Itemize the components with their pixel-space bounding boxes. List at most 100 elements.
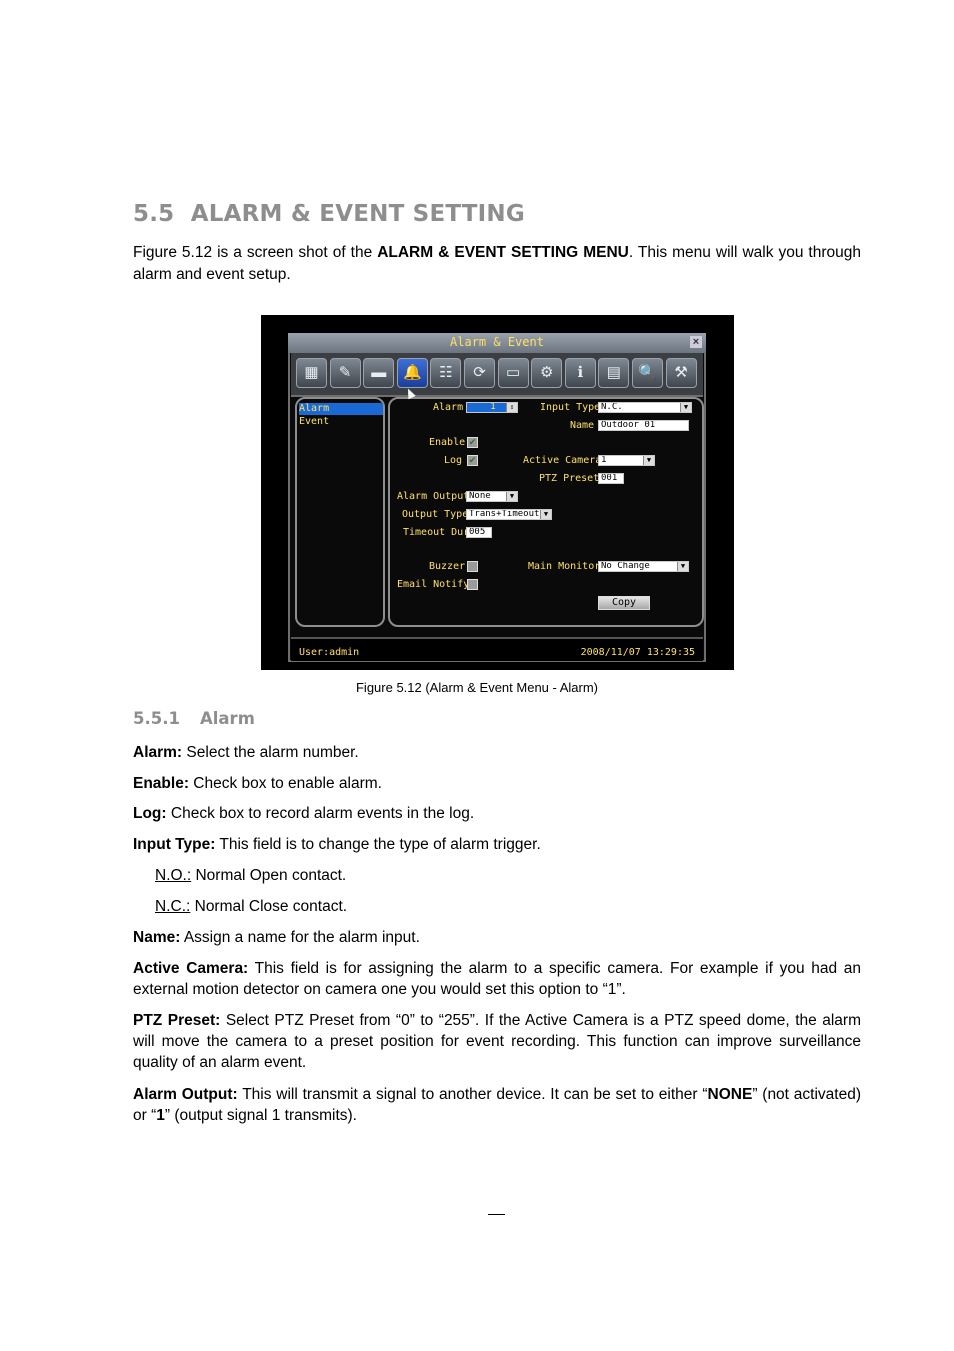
timeout-dur-input[interactable]: 005 xyxy=(466,527,492,538)
subsection-title: Alarm xyxy=(200,709,255,728)
search-icon[interactable]: 🔍 xyxy=(632,358,663,388)
item-ptz-preset: PTZ Preset: Select PTZ Preset from “0” t… xyxy=(133,1010,861,1073)
figure-caption: Figure 5.12 (Alarm & Event Menu - Alarm) xyxy=(355,680,599,695)
ptz-preset-label: PTZ Preset xyxy=(539,473,600,484)
desc-name: Assign a name for the alarm input. xyxy=(180,929,420,946)
active-camera-label: Active Camera xyxy=(523,455,602,466)
left-menu-item-event[interactable]: Event xyxy=(299,416,383,428)
intro-text: Figure 5.12 is a screen shot of the xyxy=(133,244,378,261)
settings-gear-icon[interactable]: ⚙ xyxy=(531,358,563,388)
active-camera-value: 1 xyxy=(601,455,607,465)
output-type-label: Output Type xyxy=(402,509,469,520)
output-type-value: Trans+Timeout xyxy=(469,509,540,519)
dvr-window-title: Alarm & Event xyxy=(450,335,544,349)
value-one: 1 xyxy=(156,1107,165,1124)
schedule-icon[interactable]: ⟳ xyxy=(464,358,495,388)
dropdown-arrow-icon: ▼ xyxy=(506,492,517,501)
alarm-spinner[interactable]: 1 ⇕ xyxy=(466,402,518,413)
alarm-output-value: None xyxy=(469,491,491,501)
buzzer-label: Buzzer xyxy=(429,561,466,572)
main-monitor-value: No Change xyxy=(601,561,650,571)
desc-alarm-output-3: ” (output signal 1 transmits). xyxy=(164,1107,357,1124)
output-type-select[interactable]: Trans+Timeout ▼ xyxy=(466,509,552,520)
term-ptz-preset: PTZ Preset: xyxy=(133,1012,221,1029)
main-monitor-select[interactable]: No Change ▼ xyxy=(598,561,689,572)
status-user: User:admin xyxy=(299,647,360,658)
email-notify-label: Email Notify xyxy=(397,579,470,590)
subsection-heading: 5.5.1 Alarm xyxy=(133,709,255,728)
input-type-select[interactable]: N.C. ▼ xyxy=(598,402,692,413)
dvr-toolbar: ▦ ✎ ▬ 🔔 ☷ ⟳ ▭ ⚙ ℹ ▤ 🔍 ⚒ xyxy=(291,353,703,397)
desc-enable: Check box to enable alarm. xyxy=(188,775,382,792)
term-log: Log: xyxy=(133,805,167,822)
alarm-label: Alarm xyxy=(433,402,464,413)
term-input-type: Input Type: xyxy=(133,836,216,853)
alarm-bell-icon[interactable]: 🔔 xyxy=(396,358,428,388)
item-input-type: Input Type: This field is to change the … xyxy=(133,834,861,855)
term-alarm: Alarm: xyxy=(133,744,183,761)
network-icon[interactable]: ☷ xyxy=(430,358,462,388)
intro-paragraph: Figure 5.12 is a screen shot of the ALAR… xyxy=(133,242,861,286)
dropdown-arrow-icon: ▼ xyxy=(677,562,688,571)
desc-log: Check box to record alarm events in the … xyxy=(166,805,475,822)
ptz-preset-input[interactable]: 001 xyxy=(598,473,624,484)
status-datetime: 2008/11/07 13:29:35 xyxy=(580,647,695,658)
desc-alarm-output-1: This will transmit a signal to another d… xyxy=(237,1086,708,1103)
dvr-status-bar: User:admin 2008/11/07 13:29:35 xyxy=(291,637,703,661)
term-nc: N.C.: xyxy=(155,898,191,915)
desc-ptz-preset: Select PTZ Preset from “0” to “255”. If … xyxy=(133,1012,862,1071)
checkmark-icon: ✔ xyxy=(468,455,477,465)
value-none: NONE xyxy=(707,1086,753,1103)
document-page: 5.5 ALARM & EVENT SETTING Figure 5.12 is… xyxy=(0,0,954,1351)
term-name: Name: xyxy=(133,929,181,946)
desc-nc: Normal Close contact. xyxy=(190,898,348,915)
monitor-icon[interactable]: ▭ xyxy=(497,358,529,388)
camera-grid-icon[interactable]: ▦ xyxy=(296,358,327,388)
info-icon[interactable]: ℹ xyxy=(564,358,596,388)
page-footer-line xyxy=(488,1214,505,1215)
left-menu-item-alarm[interactable]: Alarm xyxy=(299,403,383,415)
section-number: 5.5 xyxy=(133,201,175,227)
item-enable: Enable: Check box to enable alarm. xyxy=(133,773,861,794)
alarm-value: 1 xyxy=(490,402,496,412)
checkmark-icon: ✔ xyxy=(468,437,477,447)
desc-no: Normal Open contact. xyxy=(191,867,347,884)
enable-checkbox[interactable]: ✔ xyxy=(467,437,478,448)
item-alarm: Alarm: Select the alarm number. xyxy=(133,742,861,763)
term-active-camera: Active Camera: xyxy=(133,960,249,977)
copy-button[interactable]: Copy xyxy=(598,596,650,610)
log-label: Log xyxy=(444,455,463,466)
alarm-output-select[interactable]: None ▼ xyxy=(466,491,518,502)
option-no: N.O.: Normal Open contact. xyxy=(155,865,883,886)
close-icon[interactable]: × xyxy=(690,336,702,348)
dropdown-arrow-icon: ▼ xyxy=(540,510,551,519)
item-log: Log: Check box to record alarm events in… xyxy=(133,803,861,824)
name-label: Name xyxy=(570,420,595,431)
active-camera-select[interactable]: 1 ▼ xyxy=(598,455,655,466)
item-alarm-output: Alarm Output: This will transmit a signa… xyxy=(133,1084,861,1126)
dropdown-arrow-icon: ▼ xyxy=(680,403,691,412)
section-title: ALARM & EVENT SETTING xyxy=(190,201,525,227)
record-icon[interactable]: ✎ xyxy=(329,358,361,388)
item-active-camera: Active Camera: This field is for assigni… xyxy=(133,958,861,1000)
subsection-number: 5.5.1 xyxy=(133,709,180,728)
item-name: Name: Assign a name for the alarm input. xyxy=(133,927,861,948)
desc-alarm: Select the alarm number. xyxy=(182,744,359,761)
dvr-titlebar: Alarm & Event × xyxy=(288,333,706,353)
alarm-output-label: Alarm Output xyxy=(397,491,470,502)
intro-menu-name: ALARM & EVENT SETTING MENU xyxy=(377,244,629,261)
input-type-label: Input Type xyxy=(540,402,601,413)
log-checkbox[interactable]: ✔ xyxy=(467,455,478,466)
tools-icon[interactable]: ⚒ xyxy=(665,358,697,388)
option-nc: N.C.: Normal Close contact. xyxy=(155,896,883,917)
name-input[interactable]: Outdoor 01 xyxy=(598,420,689,431)
buzzer-checkbox[interactable] xyxy=(467,561,478,572)
spinner-arrows-icon[interactable]: ⇕ xyxy=(506,403,517,412)
motion-icon[interactable]: ▬ xyxy=(363,358,395,388)
log-icon[interactable]: ▤ xyxy=(598,358,630,388)
term-alarm-output: Alarm Output: xyxy=(133,1086,238,1103)
email-notify-checkbox[interactable] xyxy=(467,579,478,590)
input-type-value: N.C. xyxy=(601,402,623,412)
desc-input-type: This field is to change the type of alar… xyxy=(215,836,541,853)
term-no: N.O.: xyxy=(155,867,192,884)
